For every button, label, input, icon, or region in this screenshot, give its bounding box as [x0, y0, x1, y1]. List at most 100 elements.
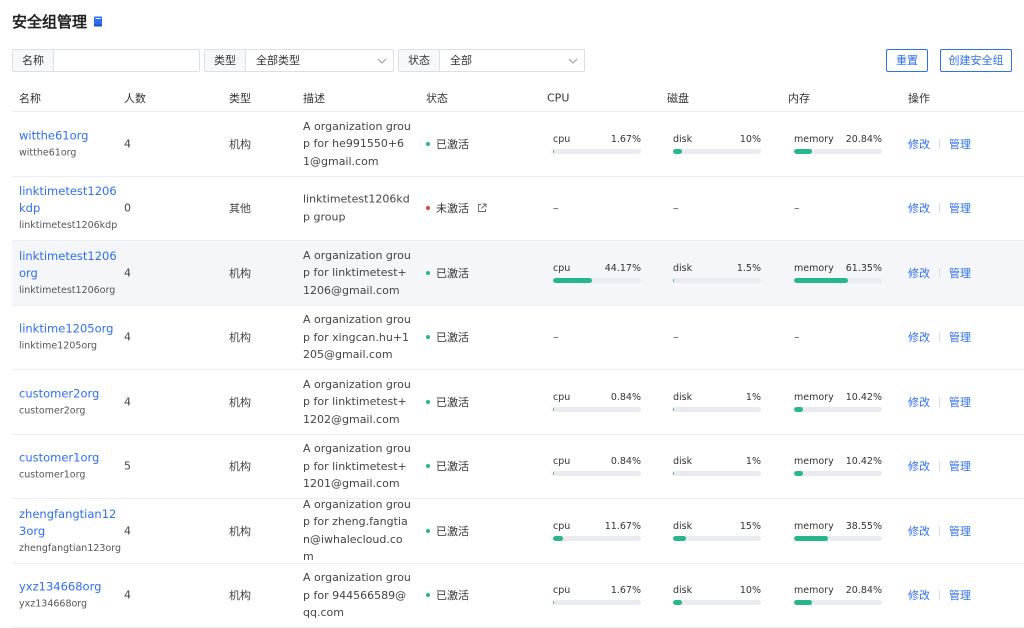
chevron-down-icon [377, 58, 387, 64]
member-count: 5 [124, 459, 131, 473]
column-header-count: 人数 [124, 92, 146, 105]
name-filter: 名称 [12, 49, 200, 72]
group-name-link[interactable]: customer1org [19, 450, 119, 467]
cpu-meter: cpu 1.67% [553, 134, 641, 154]
edit-button[interactable]: 修改 [908, 136, 930, 152]
cpu-meter-fill [553, 406, 555, 412]
manage-button[interactable]: 管理 [949, 523, 971, 539]
cpu-meter-value: 1.67% [610, 585, 641, 597]
memory-meter-label: memory [794, 133, 834, 145]
external-link-icon[interactable] [477, 203, 487, 213]
table-row: yxz134668org yxz134668org 4 机构 A organiz… [12, 564, 1024, 628]
type-select[interactable]: 全部类型 [246, 50, 393, 71]
disk-meter-label: disk [673, 585, 693, 597]
cpu-meter: cpu 0.84% [553, 392, 641, 412]
disk-meter-track [673, 471, 761, 477]
status-dot [426, 270, 430, 275]
group-name-link[interactable]: yxz134668org [19, 579, 119, 596]
group-description: A organization group for he991550+61@gma… [303, 119, 411, 168]
edit-button[interactable]: 修改 [908, 329, 930, 345]
manage-button[interactable]: 管理 [949, 587, 971, 603]
status-dot [426, 206, 430, 211]
group-name-cell: customer2org customer2org [19, 385, 119, 418]
status-text: 已激活 [436, 137, 469, 151]
memory-meter-label: memory [794, 391, 834, 403]
group-name-link[interactable]: linktimetest1206kdp [19, 183, 119, 217]
manage-button[interactable]: 管理 [949, 200, 971, 216]
filter-bar: 名称 类型 全部类型 状态 全部 [12, 49, 589, 72]
disk-meter-label: disk [673, 133, 693, 145]
edit-button[interactable]: 修改 [908, 265, 930, 281]
group-id: linktimetest1206org [19, 284, 116, 296]
memory-meter-label: memory [794, 456, 834, 468]
column-header-status: 状态 [426, 92, 448, 105]
disk-meter-value: 15% [739, 520, 761, 532]
group-name-cell: linktimetest1206org linktimetest1206org [19, 248, 119, 298]
group-name-link[interactable]: customer2org [19, 385, 119, 402]
edit-button[interactable]: 修改 [908, 458, 930, 474]
edit-button[interactable]: 修改 [908, 587, 930, 603]
table-row: linktime1205org linktime1205org 4 机构 A o… [12, 306, 1024, 370]
row-actions: 修改 管理 [908, 587, 971, 603]
status-text: 已激活 [436, 266, 469, 280]
group-name-cell: witthe61org witthe61org [19, 127, 119, 160]
group-description: linktimetest1206kdp group [303, 192, 410, 224]
chevron-down-icon [568, 58, 578, 64]
create-security-group-button[interactable]: 创建安全组 [940, 49, 1012, 72]
table-row: linktimetest1206org linktimetest1206org … [12, 241, 1024, 306]
group-id: linktime1205org [19, 340, 98, 352]
status-text: 已激活 [436, 395, 469, 409]
memory-meter: memory 38.55% [794, 521, 882, 541]
group-name-link[interactable]: linktimetest1206org [19, 248, 119, 282]
name-filter-input[interactable] [54, 50, 199, 71]
status-badge: 已激活 [426, 136, 469, 152]
disk-meter-track [673, 148, 761, 154]
memory-meter: memory 61.35% [794, 263, 882, 283]
status-dot [426, 528, 430, 533]
status-text: 已激活 [436, 524, 469, 538]
group-name-link[interactable]: zhengfangtian123org [19, 506, 119, 540]
name-filter-label: 名称 [13, 50, 54, 71]
group-name-link[interactable]: linktime1205org [19, 321, 119, 338]
memory-meter-track [794, 600, 882, 606]
group-id: yxz134668org [19, 598, 88, 610]
disk-meter-value: 1% [745, 456, 761, 468]
memory-empty: – [794, 330, 800, 344]
member-count: 4 [124, 330, 131, 344]
table-body: witthe61org witthe61org 4 机构 A organizat… [12, 112, 1024, 628]
status-select[interactable]: 全部 [440, 50, 584, 71]
column-header-type: 类型 [229, 92, 251, 105]
member-count: 4 [124, 395, 131, 409]
group-type: 其他 [229, 202, 251, 216]
action-divider [939, 267, 940, 278]
manage-button[interactable]: 管理 [949, 394, 971, 410]
column-header-description: 描述 [303, 92, 325, 105]
cpu-meter: cpu 44.17% [553, 263, 641, 283]
table-row: zhengfangtian123org zhengfangtian123org … [12, 498, 1024, 564]
edit-button[interactable]: 修改 [908, 523, 930, 539]
manage-button[interactable]: 管理 [949, 136, 971, 152]
disk-meter-fill [673, 471, 675, 477]
manage-button[interactable]: 管理 [949, 329, 971, 345]
group-id: customer2org [19, 405, 86, 417]
edit-button[interactable]: 修改 [908, 394, 930, 410]
memory-meter-value: 10.42% [845, 456, 882, 468]
member-count: 4 [124, 137, 131, 151]
status-dot [426, 141, 430, 146]
status-badge: 已激活 [426, 458, 469, 474]
status-filter-label: 状态 [399, 50, 440, 71]
row-actions: 修改 管理 [908, 200, 971, 216]
disk-meter-value: 1.5% [736, 262, 761, 274]
manage-button[interactable]: 管理 [949, 458, 971, 474]
group-name-link[interactable]: witthe61org [19, 127, 119, 144]
group-id: witthe61org [19, 147, 77, 159]
cpu-meter-value: 1.67% [610, 133, 641, 145]
cpu-meter-value: 44.17% [604, 262, 641, 274]
status-badge: 已激活 [426, 587, 469, 603]
disk-meter: disk 10% [673, 585, 761, 606]
group-type: 机构 [229, 589, 251, 603]
book-icon[interactable] [93, 16, 103, 27]
edit-button[interactable]: 修改 [908, 200, 930, 216]
reset-button[interactable]: 重置 [886, 49, 928, 72]
manage-button[interactable]: 管理 [949, 265, 971, 281]
